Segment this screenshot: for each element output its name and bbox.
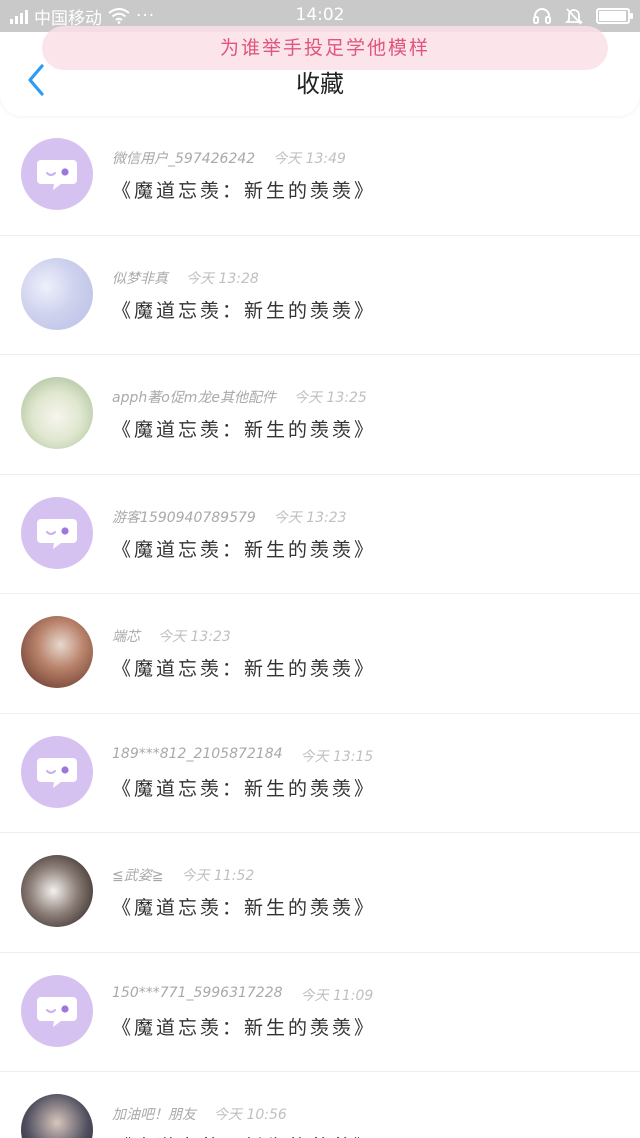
avatar[interactable] <box>21 855 93 927</box>
list-item[interactable]: 游客1590940789579 今天 13:23 《魔道忘羡：新生的羡羡》 <box>0 475 640 594</box>
item-meta: 游客1590940789579 今天 13:23 <box>112 507 347 527</box>
favorite-title[interactable]: 《魔道忘羡：新生的羡羡》 <box>112 1013 376 1040</box>
user-name[interactable]: ≦武姿≧ <box>112 865 163 885</box>
favorite-title[interactable]: 《魔道忘羡：新生的羡羡》 <box>112 893 376 920</box>
user-name[interactable]: 加油吧！朋友 <box>112 1104 196 1124</box>
timestamp: 今天 13:49 <box>273 151 346 167</box>
timestamp: 今天 11:09 <box>300 987 374 1004</box>
list-item[interactable]: 189***812_2105872184 今天 13:15 《魔道忘羡：新生的羡羡》 <box>0 714 640 833</box>
list-item[interactable]: 微信用户_597426242 今天 13:49 《魔道忘羡：新生的羡羡》 <box>0 116 640 236</box>
avatar[interactable] <box>21 616 93 688</box>
timestamp: 今天 10:56 <box>214 1107 287 1123</box>
list-item[interactable]: 似梦非真 今天 13:28 《魔道忘羡：新生的羡羡》 <box>0 236 640 355</box>
user-name[interactable]: apph著o促m龙e其他配件 <box>112 387 276 407</box>
item-meta: ≦武姿≧ 今天 11:52 <box>112 865 254 885</box>
avatar[interactable] <box>21 377 93 449</box>
watermark-banner: 为谁举手投足学他模样 <box>42 26 608 70</box>
favorites-list: 微信用户_597426242 今天 13:49 《魔道忘羡：新生的羡羡》 似梦非真 今天… <box>0 116 640 1138</box>
list-item[interactable]: 加油吧！朋友 今天 10:56 《魔道忘羡：新生的羡羡》 <box>0 1072 640 1138</box>
item-meta: 加油吧！朋友 今天 10:56 <box>112 1104 287 1124</box>
user-name[interactable]: 游客1590940789579 <box>112 507 256 527</box>
list-item[interactable]: 端芯 今天 13:23 《魔道忘羡：新生的羡羡》 <box>0 594 640 714</box>
favorite-title[interactable]: 《魔道忘羡：新生的羡羡》 <box>112 176 376 203</box>
battery-icon <box>596 8 633 24</box>
item-meta: apph著o促m龙e其他配件 今天 13:25 <box>112 387 367 407</box>
favorite-title[interactable]: 《魔道忘羡：新生的羡羡》 <box>112 535 376 562</box>
item-meta: 端芯 今天 13:23 <box>112 626 231 646</box>
timestamp: 今天 13:23 <box>273 509 347 526</box>
chat-bubble-icon <box>37 757 77 788</box>
headset-icon <box>533 8 551 24</box>
timestamp: 今天 13:23 <box>158 629 231 645</box>
mute-bell-icon <box>564 8 584 25</box>
list-item[interactable]: apph著o促m龙e其他配件 今天 13:25 《魔道忘羡：新生的羡羡》 <box>0 355 640 475</box>
qq-default-avatar-icon[interactable] <box>21 735 93 808</box>
qq-default-avatar-icon[interactable] <box>21 496 93 569</box>
qq-default-avatar-icon[interactable] <box>21 138 93 210</box>
favorite-title[interactable]: 《魔道忘羡：新生的羡羡》 <box>112 415 376 442</box>
favorite-title[interactable]: 《魔道忘羡：新生的羡羡》 <box>112 296 376 323</box>
user-name[interactable]: 端芯 <box>112 626 140 646</box>
avatar[interactable] <box>21 257 93 330</box>
item-meta: 微信用户_597426242 今天 13:49 <box>112 148 346 168</box>
favorite-title[interactable]: 《魔道忘羡：新生的羡羡》 <box>112 774 376 801</box>
timestamp: 今天 13:15 <box>300 748 374 765</box>
user-name[interactable]: 189***812_2105872184 <box>112 746 283 766</box>
list-item[interactable]: ≦武姿≧ 今天 11:52 《魔道忘羡：新生的羡羡》 <box>0 833 640 953</box>
chat-bubble-icon <box>37 160 77 190</box>
favorite-title[interactable]: 《魔道忘羡：新生的羡羡》 <box>112 654 376 681</box>
favorite-title[interactable]: 《魔道忘羡：新生的羡羡》 <box>112 1132 376 1138</box>
avatar[interactable] <box>21 1094 93 1138</box>
user-name[interactable]: 似梦非真 <box>112 268 168 288</box>
timestamp: 今天 13:25 <box>294 390 367 406</box>
user-name[interactable]: 150***771_5996317228 <box>112 985 283 1005</box>
chat-bubble-icon <box>37 996 77 1027</box>
timestamp: 今天 13:28 <box>186 270 259 287</box>
item-meta: 189***812_2105872184 今天 13:15 <box>112 746 373 766</box>
item-meta: 150***771_5996317228 今天 11:09 <box>112 985 373 1005</box>
user-name[interactable]: 微信用户_597426242 <box>112 148 255 168</box>
list-item[interactable]: 150***771_5996317228 今天 11:09 《魔道忘羡：新生的羡羡》 <box>0 953 640 1072</box>
chat-bubble-icon <box>37 518 77 549</box>
item-meta: 似梦非真 今天 13:28 <box>112 268 259 288</box>
qq-default-avatar-icon[interactable] <box>21 974 93 1047</box>
timestamp: 今天 11:52 <box>181 868 255 884</box>
